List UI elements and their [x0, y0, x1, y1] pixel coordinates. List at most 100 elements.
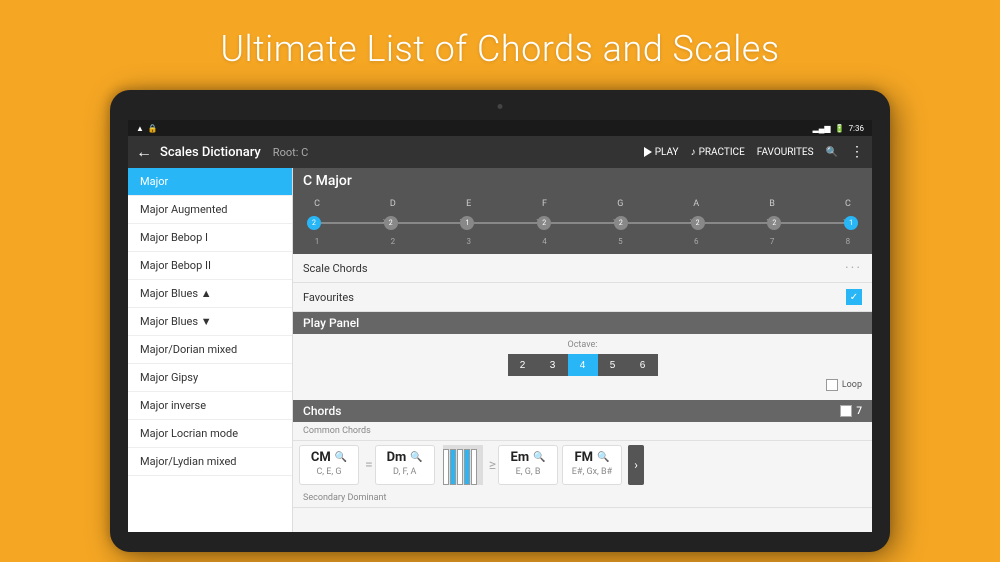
scale-diagram: C D E F G A B C 2 2 1 — [293, 194, 872, 254]
status-bar: ▲ 🔒 ▂▄▆ 🔋 7:36 — [128, 120, 872, 136]
more-button[interactable]: ⋮ — [850, 144, 864, 160]
octave-buttons: 2 3 4 5 6 — [303, 354, 862, 376]
chord-name-fm: FM — [575, 450, 594, 465]
camera-dot — [498, 104, 503, 109]
chord-search-cm[interactable]: 🔍 — [335, 452, 347, 463]
battery-icon: 🔋 — [835, 124, 845, 133]
connector-6 — [705, 222, 768, 224]
note-dot-1: 2 — [307, 216, 321, 230]
octave-3-button[interactable]: 3 — [538, 354, 568, 376]
note-dot-5: 2 — [614, 216, 628, 230]
time-display: 7:36 — [849, 124, 864, 133]
chord-name-dm: Dm — [387, 450, 407, 465]
chord-search-dm[interactable]: 🔍 — [410, 452, 422, 463]
chord-search-fm[interactable]: 🔍 — [597, 452, 609, 463]
sidebar-item-major[interactable]: Major — [128, 168, 292, 196]
toolbar-title: Scales Dictionary — [160, 145, 261, 160]
scale-chords-label: Scale Chords — [303, 262, 845, 275]
toolbar-root: Root: C — [273, 146, 308, 159]
dm-keyboard — [443, 445, 483, 485]
note-label-b: B — [762, 199, 782, 209]
chord-name-cm: CM — [311, 450, 331, 465]
scale-num-4: 4 — [535, 237, 555, 246]
more-icon: ⋮ — [850, 144, 864, 160]
secondary-dominant-subheader: Secondary Dominant — [293, 489, 872, 508]
connector-5 — [628, 222, 691, 224]
octave-4-button[interactable]: 4 — [568, 354, 598, 376]
search-icon: 🔍 — [826, 147, 838, 158]
practice-label: PRACTICE — [699, 147, 745, 158]
octave-5-button[interactable]: 5 — [598, 354, 628, 376]
chord-notes-dm: D, F, A — [393, 467, 416, 477]
chord-notes-cm: C, E, G — [316, 467, 341, 477]
search-button[interactable]: 🔍 — [826, 147, 838, 158]
app-toolbar: ← Scales Dictionary Root: C PLAY ♪ PRACT… — [128, 136, 872, 168]
note-dot-2: 2 — [384, 216, 398, 230]
scale-num-3: 3 — [459, 237, 479, 246]
chord-search-em[interactable]: 🔍 — [533, 452, 545, 463]
lock-icon: 🔒 — [148, 124, 158, 133]
scale-chords-row: Scale Chords ··· — [293, 254, 872, 283]
signal-icon: ▲ — [136, 124, 144, 133]
loop-row: Loop — [303, 376, 862, 394]
favourites-checkbox[interactable]: ✓ — [846, 289, 862, 305]
play-panel-header: Play Panel — [293, 312, 872, 334]
favourites-button[interactable]: FAVOURITES — [757, 147, 814, 158]
common-chords-subheader: Common Chords — [293, 422, 872, 441]
sidebar-item-major-bebop-ii[interactable]: Major Bebop II — [128, 252, 292, 280]
sidebar-item-major-blues-up[interactable]: Major Blues ▲ — [128, 280, 292, 308]
practice-button[interactable]: ♪ PRACTICE — [691, 147, 745, 158]
play-label: PLAY — [655, 147, 679, 158]
white-key-pressed-2 — [464, 449, 470, 485]
sidebar-item-major-blues-down[interactable]: Major Blues ▼ — [128, 308, 292, 336]
chord-card-em: Em 🔍 E, G, B — [498, 445, 558, 485]
white-key-pressed — [450, 449, 456, 485]
scale-sidebar: Major Major Augmented Major Bebop I Majo… — [128, 168, 293, 532]
chord-notes-fm: E#, Gx, B# — [572, 467, 612, 477]
sidebar-item-major-gipsy[interactable]: Major Gipsy — [128, 364, 292, 392]
content-area: Major Major Augmented Major Bebop I Majo… — [128, 168, 872, 532]
scale-num-5: 5 — [610, 237, 630, 246]
note-label-c2: C — [838, 199, 858, 209]
favourites-row: Favourites ✓ — [293, 283, 872, 312]
chord-greater-1: ≥ — [489, 457, 496, 473]
scale-num-2: 2 — [383, 237, 403, 246]
scale-chords-value: ··· — [845, 260, 862, 276]
loop-label: Loop — [842, 380, 862, 390]
note-label-f: F — [535, 199, 555, 209]
sidebar-item-major-inverse[interactable]: Major inverse — [128, 392, 292, 420]
sidebar-item-major-augmented[interactable]: Major Augmented — [128, 196, 292, 224]
note-label-d: D — [383, 199, 403, 209]
main-panel: C Major C D E F G A B C 2 — [293, 168, 872, 532]
sidebar-item-major-dorian[interactable]: Major/Dorian mixed — [128, 336, 292, 364]
connector-7 — [781, 222, 844, 224]
octave-6-button[interactable]: 6 — [628, 354, 658, 376]
chord-card-cm: CM 🔍 C, E, G — [299, 445, 359, 485]
chord-cards-row: CM 🔍 C, E, G = Dm 🔍 D, F, A — [293, 441, 872, 489]
chord-card-fm: FM 🔍 E#, Gx, B# — [562, 445, 622, 485]
back-button[interactable]: ← — [136, 142, 152, 162]
scale-num-7: 7 — [762, 237, 782, 246]
play-panel-content: Octave: 2 3 4 5 6 Loop — [293, 334, 872, 400]
white-key — [443, 449, 449, 485]
note-dot-4: 2 — [537, 216, 551, 230]
more-chords-arrow[interactable]: › — [628, 445, 644, 485]
octave-2-button[interactable]: 2 — [508, 354, 538, 376]
favourites-label: Favourites — [303, 291, 846, 304]
sidebar-item-major-bebop-i[interactable]: Major Bebop I — [128, 224, 292, 252]
note-label-a: A — [686, 199, 706, 209]
white-key-2 — [457, 449, 463, 485]
wifi-icon: ▂▄▆ — [813, 124, 831, 133]
chord-notes-em: E, G, B — [516, 467, 541, 477]
tablet-device: ▲ 🔒 ▂▄▆ 🔋 7:36 ← Scales Dictionary Root:… — [110, 90, 890, 552]
chords-count-checkbox[interactable] — [840, 405, 852, 417]
page-title: Ultimate List of Chords and Scales — [0, 28, 1000, 70]
sidebar-item-major-locrian[interactable]: Major Locrian mode — [128, 420, 292, 448]
play-button[interactable]: PLAY — [644, 147, 679, 158]
sidebar-item-major-lydian[interactable]: Major/Lydian mixed — [128, 448, 292, 476]
loop-checkbox[interactable] — [826, 379, 838, 391]
octave-label: Octave: — [303, 340, 862, 350]
connector-3 — [474, 222, 537, 224]
scale-num-6: 6 — [686, 237, 706, 246]
note-dot-8: 1 — [844, 216, 858, 230]
